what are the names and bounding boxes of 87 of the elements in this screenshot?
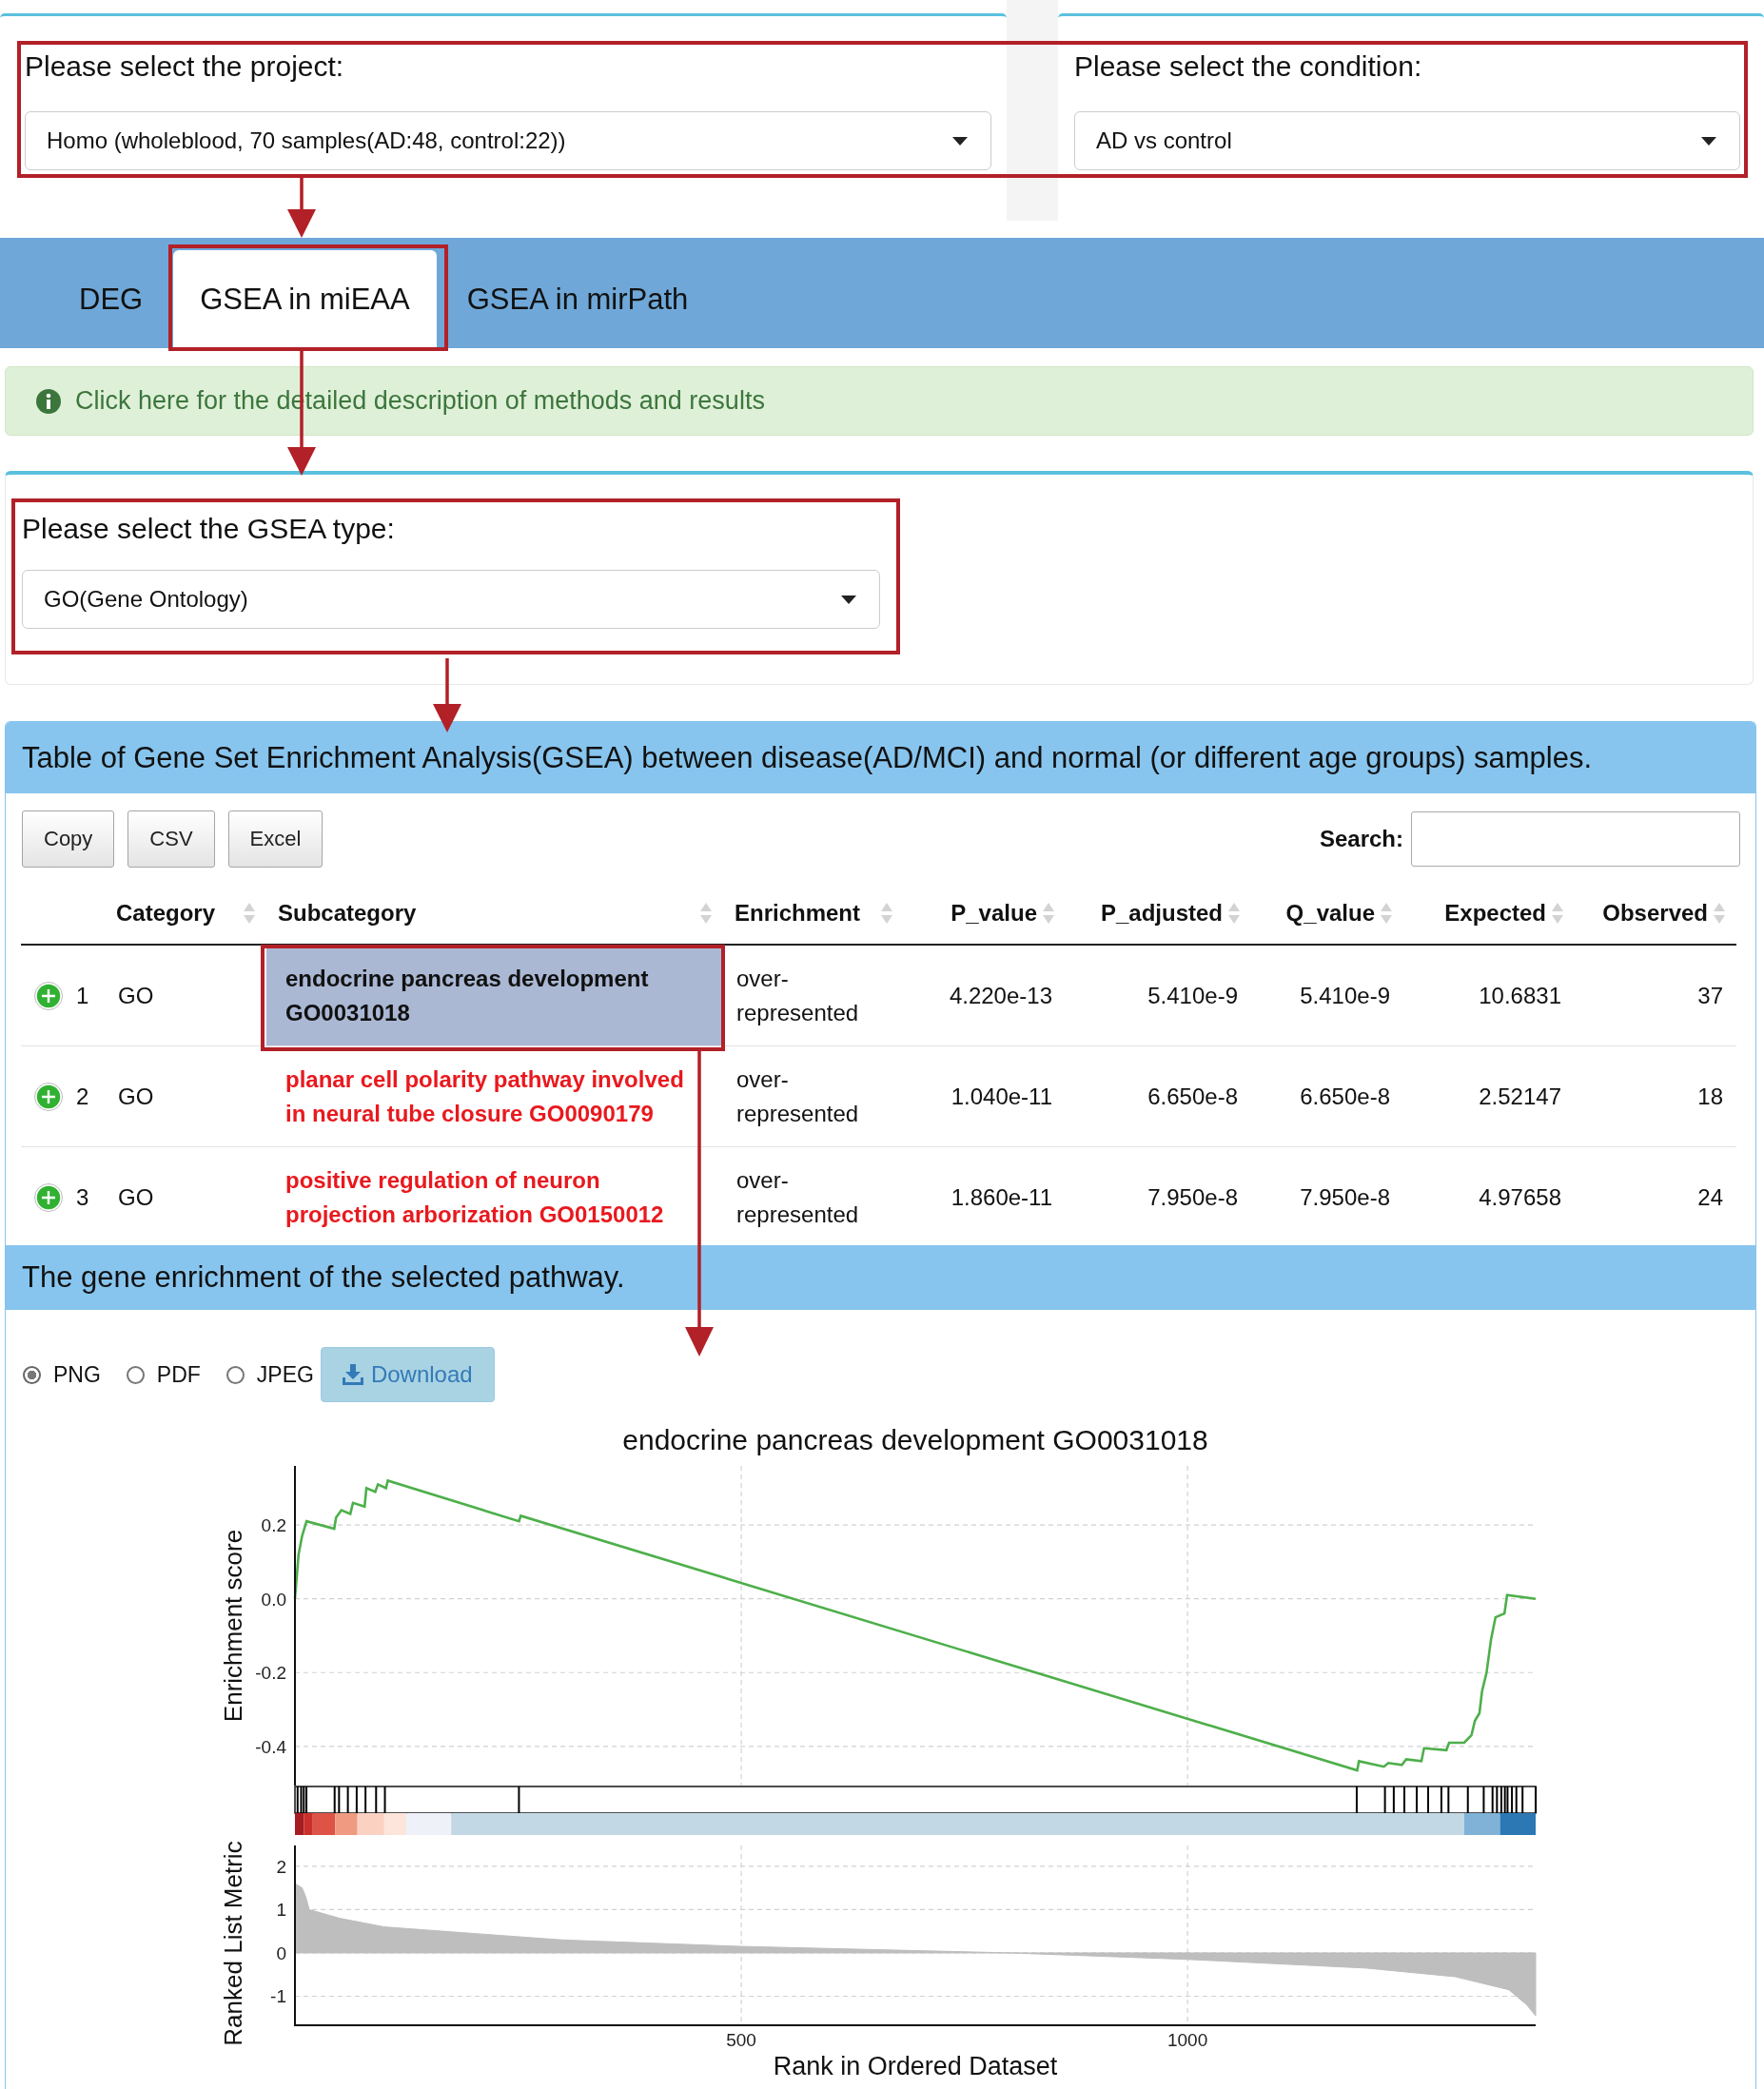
table-cell: 4.220e-13	[949, 982, 1052, 1008]
tick-label: 1	[276, 1900, 286, 1921]
table-cell-text: over-represented	[736, 964, 860, 1027]
tick-label: 0.2	[261, 1515, 286, 1536]
radio-button[interactable]	[23, 1365, 41, 1384]
search-field[interactable]	[1411, 811, 1740, 867]
column-header[interactable]: Subcategory	[278, 900, 417, 927]
table-cell: GO	[118, 1183, 154, 1210]
tab[interactable]: GSEA in mirPath	[440, 250, 715, 348]
table-cell: 24	[1697, 1183, 1723, 1210]
table-cell: 4.97658	[1479, 1183, 1561, 1210]
plus-icon[interactable]	[34, 1082, 63, 1111]
radio-label: JPEG	[256, 1361, 314, 1388]
panel-header: Table of Gene Set Enrichment Analysis(GSEA) between disease(AD/MCI) and normal (or different age groups) samples.	[6, 722, 1755, 793]
radio-label: PNG	[53, 1361, 101, 1388]
caret-icon	[1701, 136, 1716, 146]
tick-label: 500	[726, 2030, 756, 2050]
tab[interactable]: GSEA in miEAA	[173, 250, 437, 348]
column-header[interactable]: P_adjusted	[1100, 900, 1223, 927]
project-label: Please select the project:	[25, 50, 345, 83]
table-cell[interactable]: positive regulation of neuron projection arborization GO0150012	[285, 1162, 704, 1232]
panel-header: The gene enrichment of the selected pathway.	[6, 1245, 1755, 1310]
table-cell: 5.410e-9	[1147, 982, 1238, 1008]
axis-title: Enrichment score	[219, 1529, 247, 1723]
download-icon	[342, 1364, 363, 1385]
sort-icon[interactable]	[244, 903, 255, 924]
caret-icon	[952, 136, 968, 146]
row-number: 3	[76, 1182, 89, 1212]
tab[interactable]: DEG	[52, 250, 170, 348]
radio-label: PDF	[156, 1361, 201, 1388]
table-cell-text: over-represented	[736, 1064, 860, 1128]
axis-title: Ranked List Metric	[219, 1841, 247, 2046]
radio-button[interactable]	[126, 1365, 145, 1384]
tick-label: -0.4	[255, 1736, 286, 1757]
table-cell: GO	[118, 982, 154, 1008]
radio-button[interactable]	[225, 1365, 245, 1384]
column-header[interactable]: P_value	[951, 900, 1037, 927]
row-number: 2	[76, 1082, 89, 1111]
tick-label: 0.0	[261, 1589, 286, 1610]
table-cell: 6.650e-8	[1300, 1083, 1390, 1109]
table-cell: 1.040e-11	[951, 1083, 1052, 1109]
export-button[interactable]: Copy	[22, 810, 115, 868]
table-cell: 37	[1697, 982, 1723, 1008]
tick-label: 2	[276, 1856, 286, 1877]
arrow	[287, 178, 316, 238]
table-cell: GO	[118, 1083, 154, 1109]
gsea-type-select[interactable]: GO(Gene Ontology)	[22, 570, 880, 629]
axis-title: Rank in Ordered Dataset	[773, 2052, 1058, 2080]
chart-title: endocrine pancreas development GO0031018	[622, 1424, 1208, 1455]
column-header[interactable]: Q_value	[1285, 900, 1375, 927]
project-select[interactable]: Homo (wholeblood, 70 samples(AD:48, control:22))	[25, 111, 991, 170]
sort-icon[interactable]	[700, 903, 712, 924]
plus-icon[interactable]	[34, 981, 63, 1010]
table-cell: 18	[1697, 1083, 1723, 1109]
caret-icon	[841, 595, 856, 604]
tick-label: -0.2	[255, 1663, 286, 1684]
sort-icon[interactable]	[1228, 903, 1240, 924]
gsea-type-label: Please select the GSEA type:	[22, 513, 396, 545]
table-cell: 10.6831	[1479, 982, 1561, 1008]
condition-label: Please select the condition:	[1074, 50, 1423, 83]
sort-icon[interactable]	[1552, 903, 1563, 924]
row-number: 1	[76, 981, 89, 1010]
table-cell: 7.950e-8	[1300, 1183, 1390, 1210]
export-button[interactable]: Excel	[227, 810, 323, 868]
column-header[interactable]: Category	[116, 900, 216, 927]
table-cell: 1.860e-11	[951, 1183, 1052, 1210]
column-header[interactable]: Enrichment	[735, 900, 861, 927]
sort-icon[interactable]	[881, 903, 892, 924]
tick-label: -1	[270, 1986, 286, 2007]
tick-label: 0	[276, 1943, 286, 1963]
condition-select[interactable]: AD vs control	[1074, 111, 1740, 170]
table-cell[interactable]: planar cell polarity pathway involved in neural tube closure GO0090179	[285, 1062, 704, 1131]
column-header[interactable]: Expected	[1444, 900, 1546, 927]
table-cell: 6.650e-8	[1147, 1083, 1238, 1109]
column-header[interactable]: Observed	[1602, 900, 1708, 927]
info-icon	[36, 388, 61, 414]
table-cell: 7.950e-8	[1147, 1183, 1238, 1210]
search-label: Search:	[1319, 826, 1403, 852]
table-cell: 5.410e-9	[1300, 982, 1390, 1008]
table-cell-text: over-represented	[736, 1165, 860, 1229]
sort-icon[interactable]	[1381, 903, 1392, 924]
tick-label: 1000	[1167, 2030, 1208, 2050]
sort-icon[interactable]	[1714, 903, 1725, 924]
table-cell: 2.52147	[1479, 1083, 1561, 1109]
export-button[interactable]: CSV	[127, 810, 215, 868]
sort-icon[interactable]	[1043, 903, 1054, 924]
plus-icon[interactable]	[34, 1182, 63, 1212]
